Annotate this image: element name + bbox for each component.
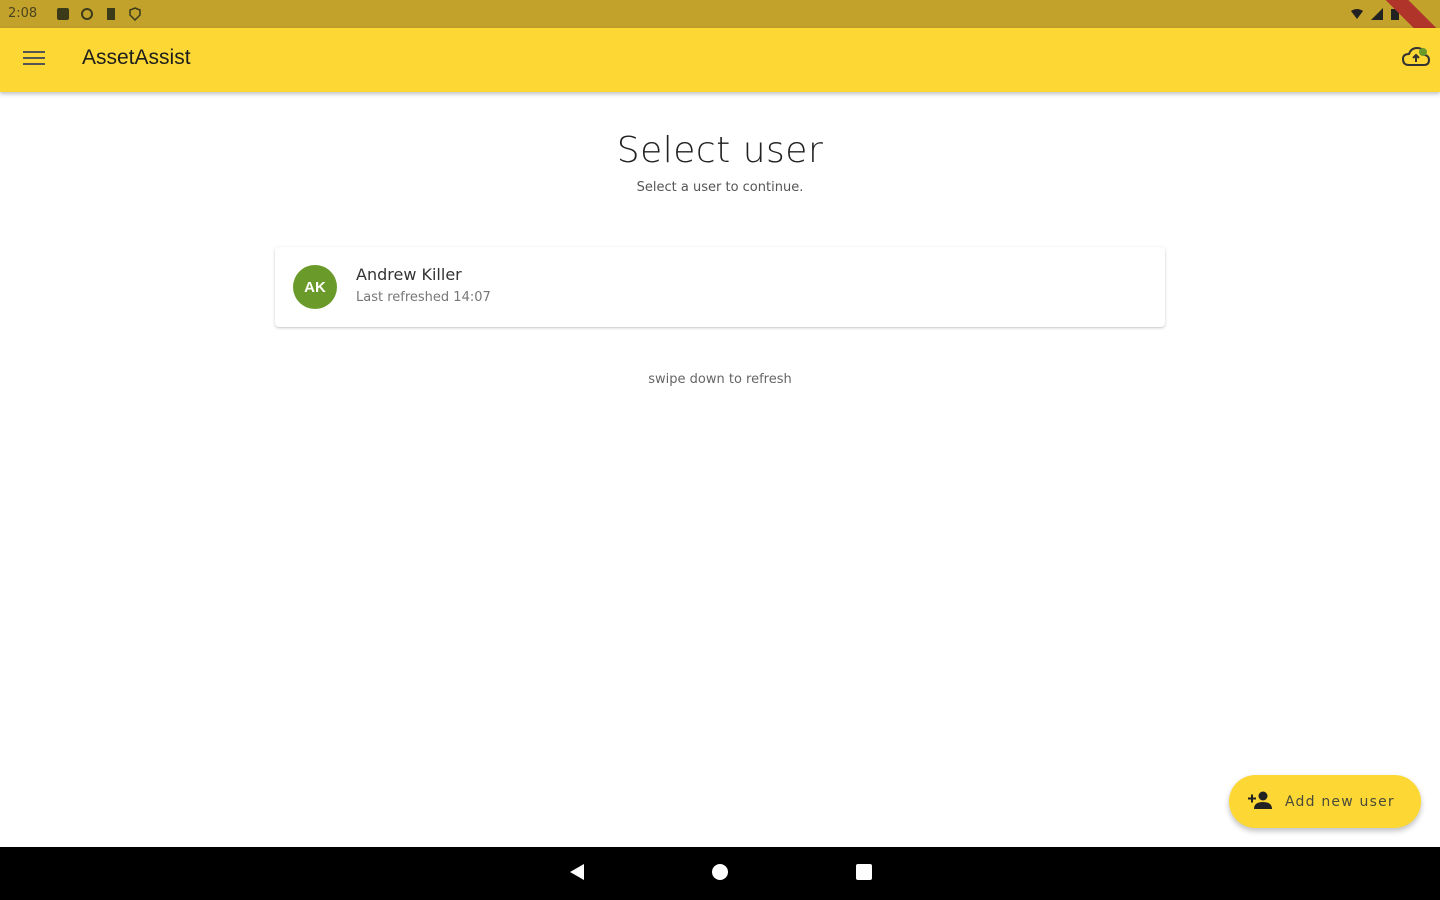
page-subtitle: Select a user to continue. bbox=[636, 180, 804, 195]
sync-button[interactable] bbox=[1396, 40, 1436, 80]
wifi-icon bbox=[1350, 6, 1364, 25]
signal-icon bbox=[1370, 6, 1384, 25]
avatar: AK bbox=[293, 265, 337, 309]
app-bar: AssetAssist bbox=[0, 28, 1440, 92]
refresh-hint: swipe down to refresh bbox=[648, 372, 792, 387]
notification-icon bbox=[56, 6, 70, 20]
cloud-upload-icon bbox=[1401, 45, 1431, 75]
recents-button[interactable] bbox=[851, 861, 877, 887]
menu-icon bbox=[23, 50, 45, 70]
user-last-refreshed: Last refreshed 14:07 bbox=[356, 290, 491, 305]
add-new-user-button[interactable]: Add new user bbox=[1229, 775, 1421, 828]
recents-square-icon bbox=[854, 862, 874, 886]
sync-status-icon bbox=[80, 6, 94, 20]
back-button[interactable] bbox=[563, 861, 589, 887]
system-nav-bar bbox=[0, 847, 1440, 900]
shield-icon bbox=[128, 6, 142, 22]
home-button[interactable] bbox=[707, 861, 733, 887]
back-triangle-icon bbox=[566, 862, 586, 886]
menu-button[interactable] bbox=[12, 38, 56, 82]
app-title: AssetAssist bbox=[82, 46, 191, 69]
status-bar: 2:08 bbox=[0, 0, 1440, 63]
add-new-user-label: Add new user bbox=[1285, 793, 1395, 810]
main-content: Select user Select a user to continue. A… bbox=[0, 92, 1440, 847]
sd-card-icon bbox=[104, 6, 118, 20]
page-title: Select user bbox=[616, 130, 824, 171]
notification-icons bbox=[56, 6, 142, 22]
home-circle-icon bbox=[710, 862, 730, 886]
status-time: 2:08 bbox=[8, 6, 38, 21]
person-add-icon bbox=[1247, 790, 1273, 814]
system-status-icons bbox=[1350, 6, 1400, 25]
user-card[interactable]: AK Andrew Killer Last refreshed 14:07 bbox=[275, 247, 1165, 327]
user-name: Andrew Killer bbox=[356, 265, 462, 284]
